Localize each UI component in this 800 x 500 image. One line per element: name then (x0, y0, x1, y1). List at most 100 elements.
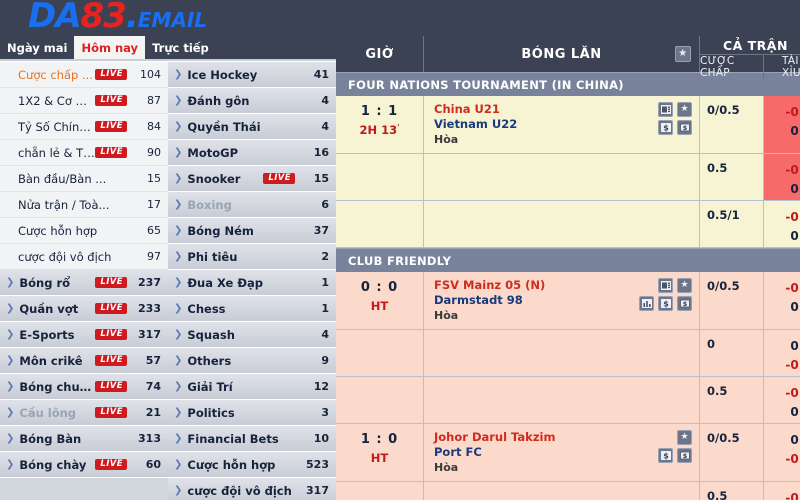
sidebar-item[interactable]: ❯ Đua Xe Đạp 1 (168, 270, 336, 296)
sidebar-item[interactable]: ❯ E-Sports LIVE 317 (0, 322, 168, 348)
sidebar-subitem[interactable]: chẵn lẻ & Tổn...LIVE 90 (0, 140, 168, 166)
sidebar-item[interactable]: ❯ Cầu lông LIVE 21 (0, 400, 168, 426)
handicap-value[interactable]: 0.5 (700, 154, 764, 200)
star-icon[interactable]: ★ (677, 102, 692, 117)
sidebar-item[interactable]: ❯ Snooker LIVE 15 (168, 166, 336, 192)
money-icon[interactable]: $ (677, 120, 692, 135)
sidebar-subitem[interactable]: Nửa trận / Toà... 17 (0, 192, 168, 218)
sidebar-subitem[interactable]: Cược chấp ... LIVE 104 (0, 62, 168, 88)
money-icon[interactable]: $ (677, 448, 692, 463)
handicap-value[interactable]: 0/0.5 (700, 272, 764, 329)
odds-cell-group: 0/0.50.83-0.992.5ou (700, 424, 800, 481)
tab-tomorrow[interactable]: Ngày mai (0, 36, 74, 59)
star-icon[interactable]: ★ (677, 430, 692, 445)
sidebar-item[interactable]: ❯ Quyền Thái 4 (168, 114, 336, 140)
site-logo[interactable]: DA83.EMAIL (28, 0, 207, 38)
handicap-price-away[interactable]: 0.80 (790, 122, 800, 141)
chevron-right-icon: ❯ (174, 121, 183, 132)
chevron-right-icon: ❯ (6, 303, 15, 314)
handicap-price-pair[interactable]: -0.690.59 (764, 377, 800, 423)
handicap-value[interactable]: 0 (700, 330, 764, 376)
handicap-price-home[interactable]: -0.91 (785, 489, 800, 500)
sidebar-item[interactable]: ❯ Financial Bets 10 (168, 426, 336, 452)
tab-today[interactable]: Hôm nay (74, 36, 146, 59)
sidebar-subitem[interactable]: Cược hỗn hợp 65 (0, 218, 168, 244)
sidebar-item[interactable]: ❯ cược đội vô địch 317 (168, 478, 336, 500)
handicap-price-home[interactable]: -0.71 (785, 161, 800, 180)
handicap-price-away[interactable]: 0.84 (790, 298, 800, 317)
chevron-right-icon: ❯ (6, 329, 15, 340)
sidebar-item[interactable]: ❯ Quần vợt LIVE 233 (0, 296, 168, 322)
sidebar-subitem[interactable]: Bàn đầu/Bàn ... 15 (0, 166, 168, 192)
handicap-price-pair[interactable]: 0.65-0.75 (764, 330, 800, 376)
tab-live[interactable]: Trực tiếp (145, 36, 216, 59)
star-icon[interactable]: ★ (677, 278, 692, 293)
handicap-value[interactable]: 0.5 (700, 377, 764, 423)
dollar-icon[interactable]: $ (658, 448, 673, 463)
sidebar-item[interactable]: ❯ Bóng Ném 37 (168, 218, 336, 244)
live-badge: LIVE (95, 276, 127, 289)
sidebar-sports-secondary[interactable]: ❯Bóng bầu dục ...13❯Ice Hockey41❯Đánh gô… (168, 36, 336, 500)
sidebar-sports-primary[interactable]: ❯Bóng đáLIVE201Cược chấp ...LIVE1041X2 &… (0, 36, 168, 500)
handicap-price-pair[interactable]: -0.910.75 (764, 482, 800, 500)
star-icon[interactable]: ★ (675, 46, 691, 62)
handicap-price-home[interactable]: -0.96 (785, 103, 800, 122)
logo-text-83: 83 (80, 0, 127, 36)
sidebar-item-label: Nửa trận / Toà... (18, 197, 110, 212)
column-header-match: BÓNG LĂN ★ (424, 36, 700, 72)
handicap-price-pair[interactable]: -0.520.36 (764, 201, 800, 247)
sidebar-item[interactable]: ❯ Phi tiêu 2 (168, 244, 336, 270)
handicap-price-away[interactable]: 0.36 (790, 227, 800, 246)
sidebar-subitem[interactable]: cược đội vô địch 97 (0, 244, 168, 270)
sidebar-item[interactable]: ❯ Squash 4 (168, 322, 336, 348)
handicap-price-pair[interactable]: 0.83-0.99 (764, 424, 800, 481)
sidebar-item[interactable]: ❯ MotoGP 16 (168, 140, 336, 166)
sidebar-item[interactable]: ❯ Đánh gôn 4 (168, 88, 336, 114)
handicap-price-away[interactable]: -0.75 (785, 356, 800, 375)
handicap-value[interactable]: 0.5 (700, 482, 764, 500)
chevron-right-icon: ❯ (174, 173, 183, 184)
sidebar-item[interactable]: ❯ Politics 3 (168, 400, 336, 426)
money-icon[interactable]: $ (677, 296, 692, 311)
handicap-price-away[interactable]: -0.99 (785, 450, 800, 469)
handicap-price-away[interactable]: 0.55 (790, 180, 800, 199)
handicap-value[interactable]: 0/0.5 (700, 424, 764, 481)
handicap-price-home[interactable]: -0.52 (785, 208, 800, 227)
sidebar-item-count: 1 (321, 276, 329, 289)
match-time-cell: 1 : 0 HT (336, 424, 424, 481)
sidebar-item[interactable]: ❯ Others 9 (168, 348, 336, 374)
home-team-name[interactable]: Johor Darul Takzim (434, 430, 699, 445)
handicap-price-home[interactable]: -0.94 (785, 279, 800, 298)
sidebar-item[interactable]: ❯ Môn crikê LIVE 57 (0, 348, 168, 374)
handicap-price-pair[interactable]: -0.960.80 (764, 96, 800, 153)
sidebar-item[interactable]: ❯ Giải Trí 12 (168, 374, 336, 400)
sidebar-item-label: Bóng Bàn (19, 431, 82, 446)
sidebar-item[interactable]: ❯ Bóng chuyền LIVE 74 (0, 374, 168, 400)
handicap-value[interactable]: 0.5/1 (700, 201, 764, 247)
sidebar-item[interactable]: ❯ Ice Hockey 41 (168, 62, 336, 88)
tv-icon[interactable] (658, 278, 673, 293)
tv-icon[interactable] (658, 102, 673, 117)
sidebar-subitem[interactable]: 1X2 & Cơ Hội ...LIVE 87 (0, 88, 168, 114)
sidebar-item[interactable]: ❯ Boxing 6 (168, 192, 336, 218)
handicap-price-home[interactable]: -0.69 (785, 384, 800, 403)
sidebar-item[interactable]: ❯ Bóng chày LIVE 60 (0, 452, 168, 478)
league-header[interactable]: CLUB FRIENDLY (336, 248, 800, 272)
handicap-price-pair[interactable]: -0.940.84 (764, 272, 800, 329)
live-badge: LIVE (95, 328, 127, 341)
handicap-value[interactable]: 0/0.5 (700, 96, 764, 153)
handicap-price-home[interactable]: 0.65 (790, 337, 800, 356)
sidebar-subitem[interactable]: Tỷ Số Chính XácLIVE 84 (0, 114, 168, 140)
sidebar-item[interactable]: ❯ Chess 1 (168, 296, 336, 322)
dollar-icon[interactable]: $ (658, 120, 673, 135)
sidebar-item[interactable]: ❯ Bóng Bàn 313 (0, 426, 168, 452)
handicap-price-home[interactable]: 0.83 (790, 431, 800, 450)
sidebar-item[interactable]: ❯ Cược hỗn hợp 523 (168, 452, 336, 478)
handicap-price-away[interactable]: 0.59 (790, 403, 800, 422)
match-period-label: HT (370, 299, 389, 313)
dollar-icon[interactable]: $ (658, 296, 673, 311)
sidebar-item-label: Phi tiêu (187, 249, 238, 264)
sidebar-item[interactable]: ❯ Bóng rổ LIVE 237 (0, 270, 168, 296)
handicap-price-pair[interactable]: -0.710.55 (764, 154, 800, 200)
chart-icon[interactable] (639, 296, 654, 311)
